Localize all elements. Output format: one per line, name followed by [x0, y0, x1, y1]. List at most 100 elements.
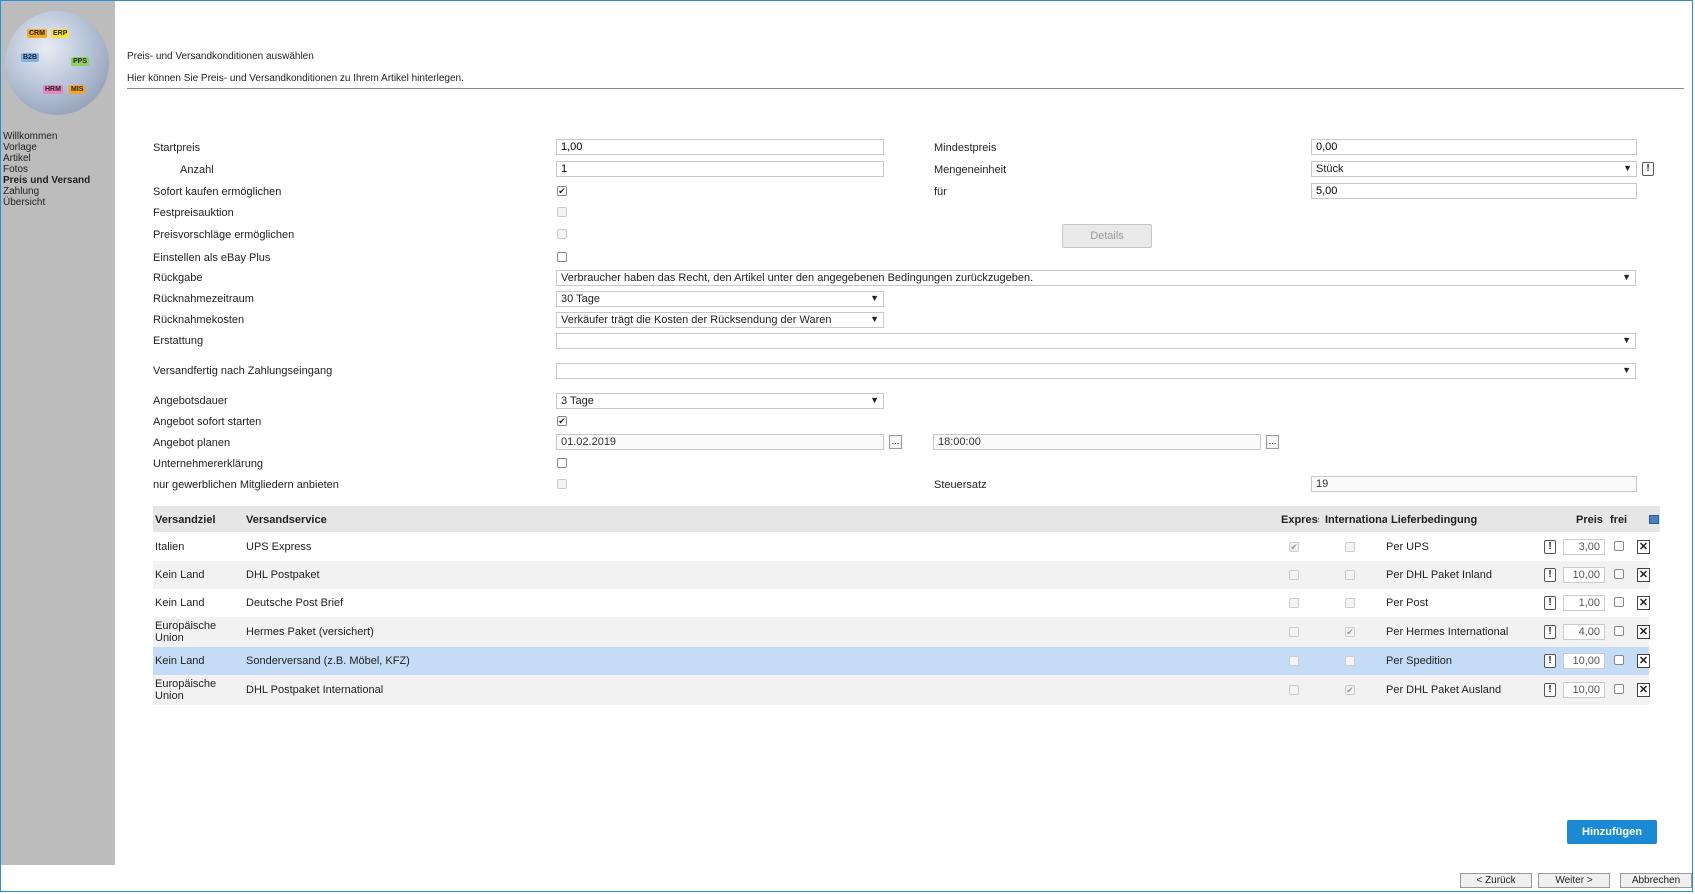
- mengeneinheit-select[interactable]: Stück ▼: [1311, 161, 1637, 177]
- row-versandziel: Italien: [155, 541, 185, 553]
- angebotsdauer-label: Angebotsdauer: [153, 395, 228, 407]
- row-versandziel: Kein Land: [155, 569, 205, 581]
- col-lieferbedingung[interactable]: Lieferbedingung: [1391, 514, 1477, 526]
- row-delete-close-icon[interactable]: ✕: [1637, 568, 1650, 582]
- col-international[interactable]: International: [1325, 514, 1387, 526]
- table-row-selected[interactable]: Kein Land Sonderversand (z.B. Möbel, KFZ…: [153, 647, 1650, 675]
- date-picker-button[interactable]: ...: [889, 435, 902, 449]
- versandfertig-label: Versandfertig nach Zahlungseingang: [153, 365, 333, 377]
- logo-label-hrm: HRM: [43, 85, 63, 94]
- row-frei-checkbox[interactable]: [1614, 569, 1624, 579]
- angebot-planen-date-input[interactable]: [556, 434, 884, 450]
- rueckgabe-value: Verbraucher haben das Recht, den Artikel…: [561, 272, 1034, 284]
- row-info-button[interactable]: !: [1544, 568, 1556, 582]
- page-subtitle: Hier können Sie Preis- und Versandkondit…: [127, 73, 464, 84]
- chevron-down-icon: ▼: [1622, 272, 1631, 282]
- next-button[interactable]: Weiter >: [1538, 873, 1610, 888]
- row-info-button[interactable]: !: [1544, 683, 1556, 697]
- row-international-checkbox[interactable]: ✔: [1345, 627, 1355, 637]
- col-express[interactable]: Express: [1281, 514, 1319, 526]
- row-info-button[interactable]: !: [1544, 540, 1556, 554]
- logo-label-erp: ERP: [51, 29, 70, 38]
- hinzufuegen-button[interactable]: Hinzufügen: [1567, 820, 1657, 844]
- row-frei-checkbox[interactable]: [1614, 626, 1624, 636]
- ruecknahmezeitraum-value: 30 Tage: [561, 293, 600, 305]
- row-international-checkbox[interactable]: ✔: [1345, 685, 1355, 695]
- row-preis[interactable]: 1,00: [1563, 595, 1605, 611]
- row-express-checkbox[interactable]: [1289, 570, 1299, 580]
- row-versandservice: Sonderversand (z.B. Möbel, KFZ): [246, 655, 410, 667]
- angebot-planen-time-input[interactable]: [933, 434, 1261, 450]
- row-express-checkbox[interactable]: [1289, 656, 1299, 666]
- row-info-button[interactable]: !: [1544, 654, 1556, 668]
- col-versandziel[interactable]: Versandziel: [155, 514, 216, 526]
- row-info-button[interactable]: !: [1544, 625, 1556, 639]
- ruecknahmezeitraum-select[interactable]: 30 Tage ▼: [556, 291, 884, 307]
- row-express-checkbox[interactable]: [1289, 685, 1299, 695]
- angebot-planen-label: Angebot planen: [153, 437, 231, 449]
- preisvorschlaege-checkbox[interactable]: [557, 229, 567, 239]
- sidebar-item-willkommen[interactable]: Willkommen: [3, 131, 90, 142]
- row-express-checkbox[interactable]: [1289, 598, 1299, 608]
- row-international-checkbox[interactable]: [1345, 656, 1355, 666]
- row-delete-close-icon[interactable]: ✕: [1637, 654, 1650, 668]
- mengeneinheit-info-button[interactable]: !: [1642, 162, 1654, 176]
- row-preis[interactable]: 3,00: [1563, 539, 1605, 555]
- steuersatz-input[interactable]: [1311, 476, 1637, 492]
- row-frei-checkbox[interactable]: [1614, 684, 1624, 694]
- ebay-plus-checkbox[interactable]: [557, 252, 567, 262]
- sofort-kaufen-checkbox[interactable]: ✔: [557, 186, 567, 196]
- image-icon[interactable]: [1649, 515, 1659, 524]
- row-info-button[interactable]: !: [1544, 596, 1556, 610]
- ruecknahmekosten-select[interactable]: Verkäufer trägt die Kosten der Rücksendu…: [556, 312, 884, 328]
- table-row[interactable]: Kein Land DHL Postpaket Per DHL Paket In…: [153, 561, 1650, 589]
- erstattung-select[interactable]: ▼: [556, 333, 1636, 349]
- row-frei-checkbox[interactable]: [1614, 541, 1624, 551]
- table-row[interactable]: Italien UPS Express ✔ Per UPS ! 3,00 ✕: [153, 533, 1650, 561]
- row-preis[interactable]: 4,00: [1563, 624, 1605, 640]
- row-international-checkbox[interactable]: [1345, 542, 1355, 552]
- table-row[interactable]: Kein Land Deutsche Post Brief Per Post !…: [153, 589, 1650, 617]
- row-preis[interactable]: 10,00: [1563, 653, 1605, 669]
- mindestpreis-input[interactable]: [1311, 139, 1637, 155]
- sidebar-item-vorlage[interactable]: Vorlage: [3, 142, 90, 153]
- row-versandziel: Kein Land: [155, 655, 205, 667]
- sidebar-item-zahlung[interactable]: Zahlung: [3, 186, 90, 197]
- details-button[interactable]: Details: [1062, 224, 1152, 248]
- row-preis[interactable]: 10,00: [1563, 567, 1605, 583]
- cancel-button[interactable]: Abbrechen: [1620, 873, 1692, 888]
- col-versandservice[interactable]: Versandservice: [246, 514, 327, 526]
- row-frei-checkbox[interactable]: [1614, 655, 1624, 665]
- gewerblich-checkbox[interactable]: [557, 479, 567, 489]
- row-delete-close-icon[interactable]: ✕: [1637, 683, 1650, 697]
- anzahl-input[interactable]: [556, 161, 884, 177]
- chevron-down-icon: ▼: [1622, 335, 1631, 345]
- back-button[interactable]: < Zurück: [1460, 873, 1532, 888]
- fuer-input[interactable]: [1311, 183, 1637, 199]
- rueckgabe-select[interactable]: Verbraucher haben das Recht, den Artikel…: [556, 270, 1636, 286]
- col-frei[interactable]: frei: [1610, 514, 1627, 526]
- unternehmer-checkbox[interactable]: [557, 458, 567, 468]
- sidebar-item-uebersicht[interactable]: Übersicht: [3, 197, 90, 208]
- row-frei-checkbox[interactable]: [1614, 597, 1624, 607]
- versandfertig-select[interactable]: ▼: [556, 363, 1636, 379]
- sidebar-item-preis-und-versand[interactable]: Preis und Versand: [3, 175, 90, 186]
- table-row[interactable]: Europäische Union DHL Postpaket Internat…: [153, 675, 1650, 705]
- row-delete-close-icon[interactable]: ✕: [1637, 625, 1650, 639]
- row-delete-close-icon[interactable]: ✕: [1637, 540, 1650, 554]
- angebotsdauer-select[interactable]: 3 Tage ▼: [556, 393, 884, 409]
- time-picker-button[interactable]: ...: [1266, 435, 1279, 449]
- festpreis-checkbox[interactable]: [557, 207, 567, 217]
- row-international-checkbox[interactable]: [1345, 598, 1355, 608]
- row-preis[interactable]: 10,00: [1563, 682, 1605, 698]
- table-row[interactable]: Europäische Union Hermes Paket (versiche…: [153, 617, 1650, 647]
- startpreis-input[interactable]: [556, 139, 884, 155]
- row-express-checkbox[interactable]: ✔: [1289, 542, 1299, 552]
- sidebar-item-fotos[interactable]: Fotos: [3, 164, 90, 175]
- sofort-starten-checkbox[interactable]: ✔: [557, 416, 567, 426]
- row-international-checkbox[interactable]: [1345, 570, 1355, 580]
- col-preis[interactable]: Preis: [1576, 514, 1603, 526]
- row-delete-close-icon[interactable]: ✕: [1637, 596, 1650, 610]
- row-express-checkbox[interactable]: [1289, 627, 1299, 637]
- sidebar-item-artikel[interactable]: Artikel: [3, 153, 90, 164]
